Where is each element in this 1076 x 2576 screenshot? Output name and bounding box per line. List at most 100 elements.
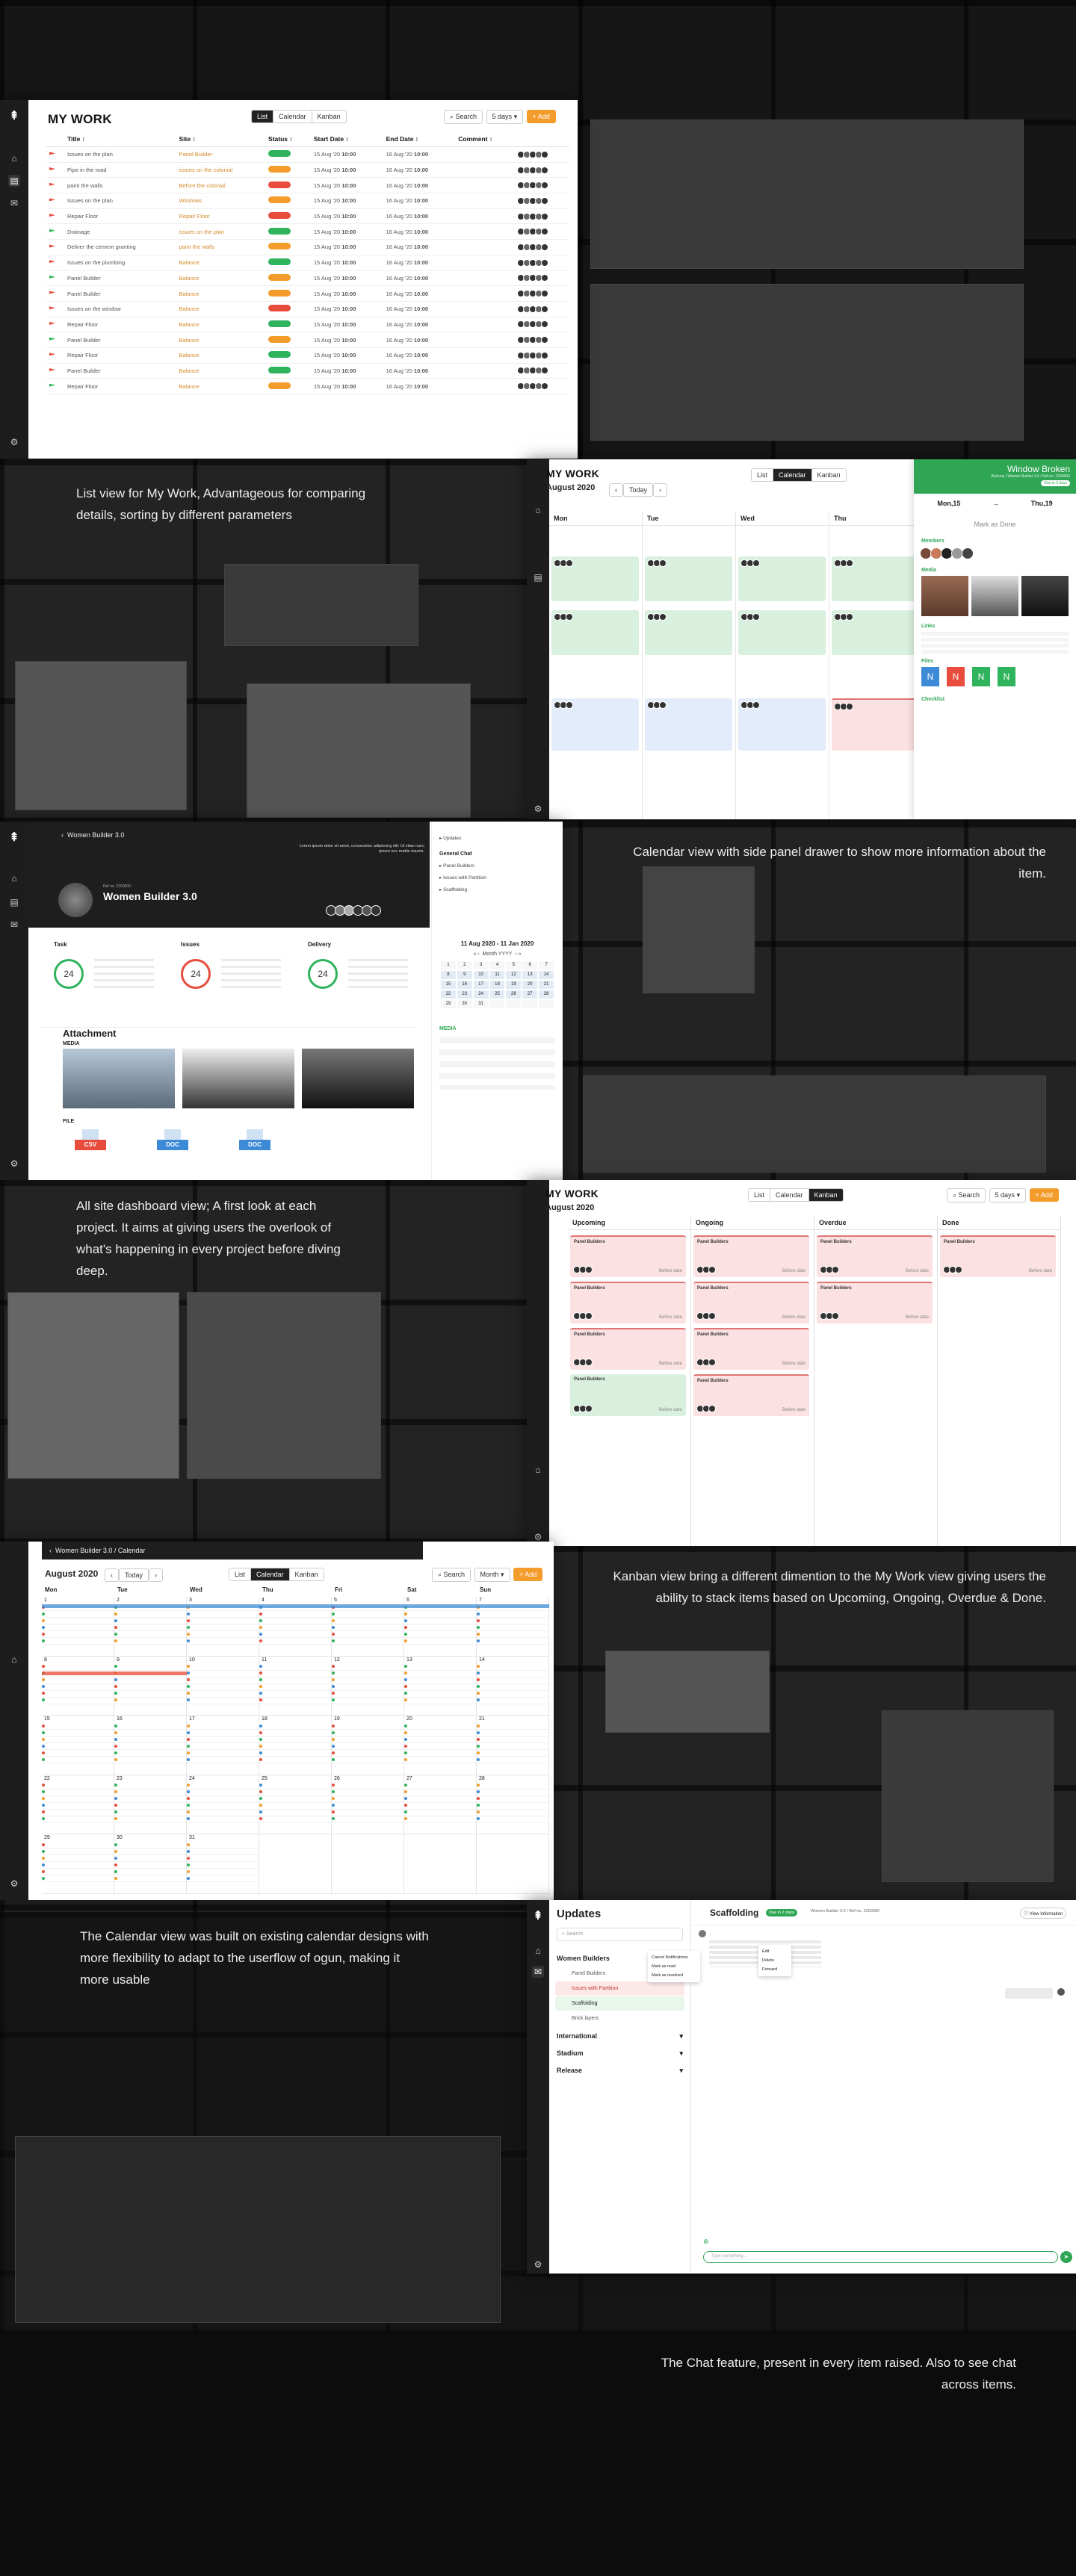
calendar-event[interactable] bbox=[259, 1730, 331, 1737]
calendar-event[interactable] bbox=[114, 1796, 186, 1803]
calendar-event[interactable] bbox=[187, 1730, 259, 1737]
side-menu-item[interactable]: General Chat bbox=[439, 848, 555, 860]
table-row[interactable]: Issues on the plan Panel Builder 15 Aug '2… bbox=[46, 146, 569, 163]
calendar-event[interactable] bbox=[187, 1875, 259, 1883]
chat-icon[interactable]: ✉ bbox=[8, 919, 20, 931]
tab-kanban[interactable]: Kanban bbox=[811, 469, 846, 481]
context-menu-item[interactable]: Edit bbox=[761, 1947, 789, 1956]
table-row[interactable]: paint the walls Before the colonial 15 Aug… bbox=[46, 177, 569, 194]
calendar-event[interactable] bbox=[187, 1810, 259, 1816]
mini-calendar-day[interactable]: 30 bbox=[457, 1000, 472, 1008]
mini-calendar-day[interactable] bbox=[506, 1000, 522, 1008]
calendar-event[interactable] bbox=[187, 1862, 259, 1869]
calendar-event[interactable] bbox=[477, 1783, 548, 1790]
event-card[interactable] bbox=[645, 610, 732, 655]
calendar-day[interactable]: 30 bbox=[114, 1834, 187, 1894]
calendar-event[interactable] bbox=[187, 1796, 259, 1803]
calendar-event[interactable] bbox=[114, 1723, 186, 1731]
calendar-event[interactable] bbox=[259, 1790, 331, 1796]
file-icon[interactable]: N bbox=[972, 667, 990, 686]
calendar-event[interactable] bbox=[332, 1737, 404, 1744]
calendar-event[interactable] bbox=[42, 1849, 114, 1856]
calendar-event[interactable] bbox=[259, 1677, 331, 1684]
chevron-down-icon[interactable]: ▾ bbox=[679, 2032, 683, 2040]
calendar-event[interactable] bbox=[42, 1638, 114, 1645]
calendar-event[interactable] bbox=[477, 1618, 548, 1624]
breadcrumb[interactable]: ‹ Women Builder 3.0 bbox=[61, 831, 124, 839]
calendar-event[interactable] bbox=[187, 1671, 259, 1677]
calendar-event[interactable] bbox=[114, 1810, 186, 1816]
context-menu-item[interactable]: Delete bbox=[761, 1956, 789, 1965]
calendar-event[interactable] bbox=[404, 1757, 476, 1764]
calendar-event[interactable] bbox=[114, 1638, 186, 1645]
calendar-event[interactable] bbox=[259, 1737, 331, 1744]
calendar-event[interactable] bbox=[404, 1677, 476, 1684]
event-card[interactable] bbox=[645, 556, 732, 601]
calendar-event[interactable] bbox=[42, 1757, 114, 1764]
calendar-event[interactable] bbox=[477, 1757, 548, 1764]
calendar-event[interactable] bbox=[404, 1737, 476, 1744]
calendar-event[interactable] bbox=[42, 1842, 114, 1849]
event-card[interactable] bbox=[551, 610, 639, 655]
calendar-event[interactable] bbox=[187, 1691, 259, 1698]
column-header-title[interactable]: Title ↕ bbox=[64, 131, 176, 147]
calendar-event[interactable] bbox=[259, 1671, 331, 1677]
media-thumb[interactable] bbox=[971, 576, 1018, 616]
calendar-event[interactable] bbox=[404, 1816, 476, 1823]
search-button[interactable]: ⌕ Search bbox=[444, 110, 483, 124]
calendar-day[interactable]: 19 bbox=[332, 1716, 404, 1775]
table-row[interactable]: Drainage issues on the plan 15 Aug '20 10:… bbox=[46, 223, 569, 240]
send-icon[interactable]: ➤ bbox=[1060, 2251, 1072, 2263]
event-card[interactable] bbox=[832, 556, 919, 601]
calendar-day[interactable] bbox=[477, 1834, 549, 1894]
mini-calendar-day[interactable]: 23 bbox=[457, 990, 472, 999]
calendar-event[interactable] bbox=[187, 1684, 259, 1691]
home-icon[interactable]: ⌂ bbox=[8, 872, 20, 884]
tab-calendar[interactable]: Calendar bbox=[273, 111, 312, 122]
calendar-event[interactable] bbox=[477, 1677, 548, 1684]
calendar-event[interactable] bbox=[187, 1816, 259, 1823]
kanban-card[interactable]: Panel Builders Before date bbox=[570, 1235, 686, 1277]
calendar-event[interactable] bbox=[477, 1664, 548, 1671]
mini-calendar-day[interactable]: 29 bbox=[441, 1000, 456, 1008]
mini-calendar-day[interactable]: 16 bbox=[457, 981, 472, 989]
calendar-event[interactable] bbox=[259, 1698, 331, 1704]
calendar-day[interactable]: 28 bbox=[477, 1775, 549, 1835]
mini-calendar-day[interactable]: 4 bbox=[489, 961, 505, 969]
kanban-card[interactable]: Panel Builders Before date bbox=[570, 1374, 686, 1416]
settings-icon[interactable]: ⚙ bbox=[532, 2259, 544, 2271]
calendar-event[interactable] bbox=[42, 1677, 114, 1684]
search-button[interactable]: ⌕ Search bbox=[947, 1188, 986, 1202]
calendar-event[interactable] bbox=[477, 1671, 548, 1677]
tab-list[interactable]: List bbox=[752, 469, 774, 481]
mini-calendar-day[interactable]: 15 bbox=[441, 981, 456, 989]
mini-calendar-day[interactable]: 13 bbox=[522, 971, 538, 979]
days-dropdown[interactable]: 5 days ▾ bbox=[486, 110, 524, 124]
calendar-event[interactable] bbox=[259, 1810, 331, 1816]
media-thumb[interactable] bbox=[921, 576, 968, 616]
calendar-event[interactable] bbox=[259, 1638, 331, 1645]
calendar-event[interactable] bbox=[259, 1783, 331, 1790]
calendar-day[interactable]: 24 bbox=[187, 1775, 259, 1835]
calendar-day[interactable]: 23 bbox=[114, 1775, 187, 1835]
settings-icon[interactable]: ⚙ bbox=[8, 1158, 20, 1170]
calendar-event[interactable] bbox=[114, 1624, 186, 1631]
range-dropdown[interactable]: Month ▾ bbox=[474, 1568, 510, 1582]
calendar-event[interactable] bbox=[114, 1743, 186, 1751]
calendar-event[interactable] bbox=[477, 1743, 548, 1751]
table-row[interactable]: Pipe in the road issues on the colonial 15… bbox=[46, 162, 569, 179]
calendar-event[interactable] bbox=[42, 1737, 114, 1744]
calendar-event[interactable] bbox=[259, 1757, 331, 1764]
calendar-event[interactable] bbox=[259, 1664, 331, 1671]
calendar-event[interactable] bbox=[477, 1810, 548, 1816]
calendar-day[interactable]: 13 bbox=[404, 1656, 477, 1716]
calendar-event[interactable] bbox=[259, 1684, 331, 1691]
file-icon[interactable]: DOC bbox=[157, 1129, 188, 1158]
calendar-event[interactable] bbox=[114, 1855, 186, 1863]
home-icon[interactable]: ⌂ bbox=[8, 152, 20, 164]
calendar-event[interactable] bbox=[404, 1810, 476, 1816]
calendar-event[interactable] bbox=[404, 1618, 476, 1624]
mini-calendar-day[interactable]: 28 bbox=[539, 990, 554, 999]
table-row[interactable]: Issues on the window Balance 15 Aug '20 10… bbox=[46, 301, 569, 317]
mini-calendar-day[interactable]: 31 bbox=[473, 1000, 489, 1008]
